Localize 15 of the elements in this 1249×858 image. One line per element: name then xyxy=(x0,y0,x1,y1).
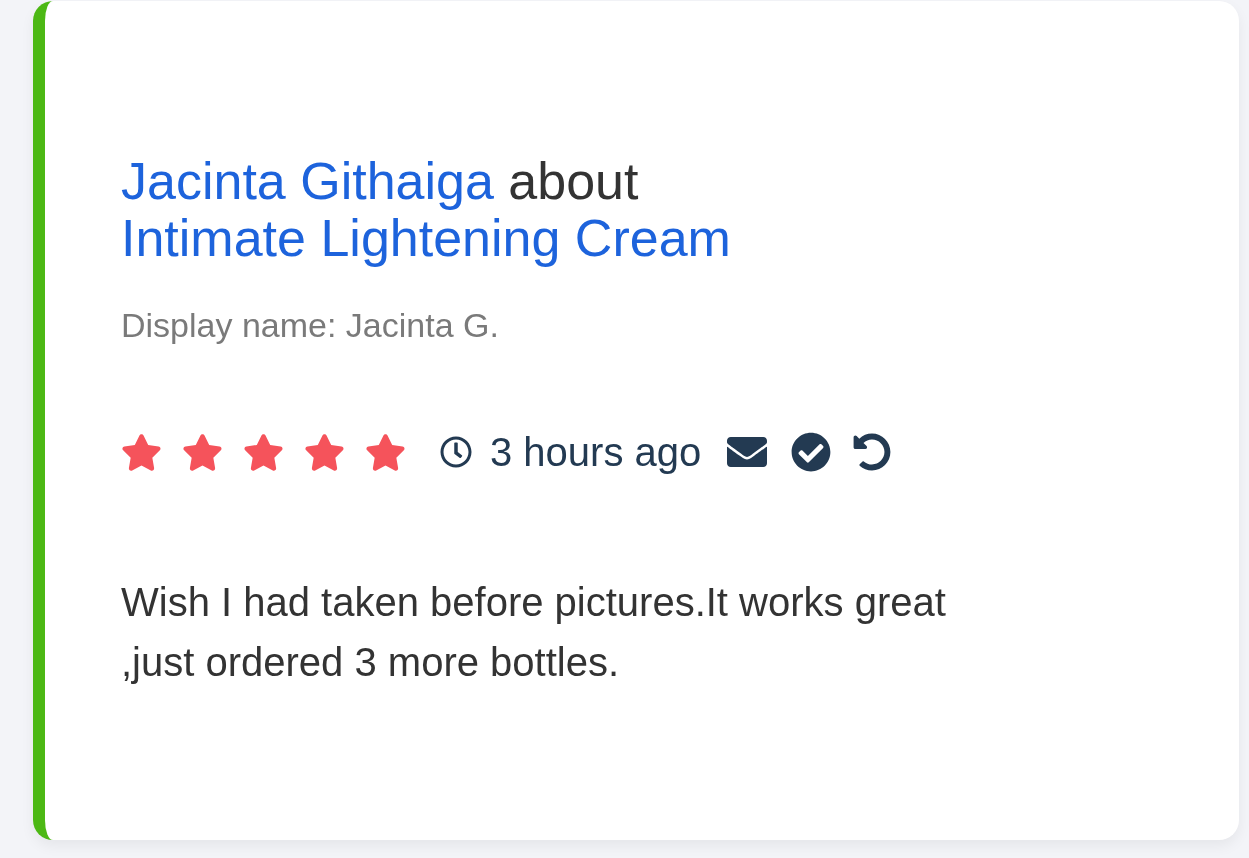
review-time: 3 hours ago xyxy=(490,429,702,475)
approve-button[interactable] xyxy=(791,432,832,472)
star-icon xyxy=(365,431,406,473)
about-label: about xyxy=(508,152,639,210)
undo-button[interactable] xyxy=(853,433,892,471)
star-icon xyxy=(304,431,345,473)
display-name: Display name: Jacinta G. xyxy=(121,305,499,345)
undo-icon xyxy=(853,433,892,471)
review-text: Wish I had taken before pictures.It works great ,just ordered 3 more bottles. xyxy=(121,579,947,686)
star-icon xyxy=(121,431,162,473)
star-icon xyxy=(243,431,284,473)
clock-icon xyxy=(440,436,472,468)
product-link[interactable]: Intimate Lightening Cream xyxy=(121,209,731,267)
star-icon xyxy=(182,431,223,473)
reviewer-link[interactable]: Jacinta Githaiga xyxy=(121,152,494,210)
